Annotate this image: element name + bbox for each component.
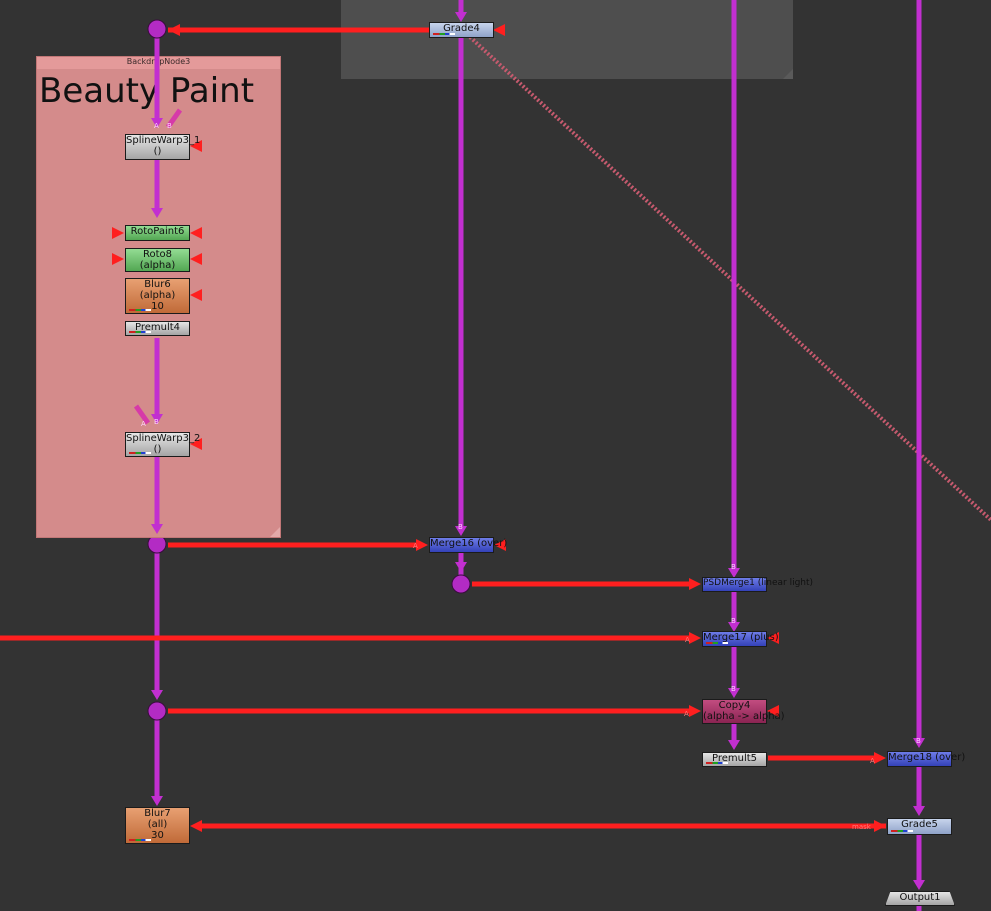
arrowhead (913, 738, 925, 748)
backdrop-resize-handle[interactable] (270, 527, 280, 537)
node-label: RotoPaint6 (130, 226, 185, 237)
node-splinewarp3-1[interactable]: SplineWarp3_1 () (125, 134, 201, 160)
node-premult4[interactable]: Premult4 (125, 321, 190, 336)
dot-node (451, 574, 471, 594)
arrowhead (913, 806, 925, 816)
node-label: Merge18 (over) (888, 752, 966, 763)
backdrop-label: BackdropNode3 (126, 57, 191, 66)
channel-indicator (129, 839, 151, 841)
arrowhead (728, 740, 740, 750)
node-psdmerge1[interactable]: PSDMerge1 (linear light) (702, 577, 814, 592)
dot-node (147, 701, 167, 721)
node-blur6[interactable]: Blur6 (alpha) 10 (125, 278, 190, 314)
node-roto8[interactable]: Roto8 (alpha) (125, 248, 190, 272)
arrowhead (190, 820, 202, 832)
node-grade4[interactable]: Grade4 (429, 22, 494, 38)
node-output1[interactable]: Output1 (885, 891, 955, 906)
arrowhead (689, 705, 701, 717)
node-label: PSDMerge1 (linear light) (703, 578, 814, 588)
node-premult5[interactable]: Premult5 (702, 752, 767, 767)
channel-indicator (129, 309, 151, 311)
arrowhead (689, 632, 701, 644)
arrowhead (416, 539, 428, 551)
arrowhead (151, 690, 163, 700)
node-grade5[interactable]: Grade5 (887, 818, 952, 835)
backdrop-title: Beauty Paint (39, 71, 255, 111)
channel-indicator (129, 331, 151, 333)
arrowhead (913, 880, 925, 890)
node-label: Blur7 (144, 808, 171, 819)
node-sublabel: (alpha) (139, 260, 176, 271)
node-blur7[interactable]: Blur7 (all) 30 (125, 807, 190, 844)
arrowhead (168, 24, 180, 36)
arrowhead (455, 562, 467, 572)
node-label: Copy4 (718, 700, 751, 711)
node-copy4[interactable]: Copy4 (alpha -> alpha) (702, 699, 785, 724)
backdrop-gray[interactable] (341, 0, 793, 79)
node-label: SplineWarp3_1 (126, 135, 201, 146)
channel-indicator (706, 642, 728, 644)
node-sublabel: () (153, 146, 162, 157)
expression-link (468, 35, 991, 522)
dot-node (147, 19, 167, 39)
node-sublabel: (all) (147, 819, 168, 830)
node-sublabel: (alpha) (139, 290, 176, 301)
node-merge17[interactable]: Merge17 (plus) (702, 631, 779, 647)
arrowhead (689, 578, 701, 590)
arrowhead (728, 688, 740, 698)
node-label: Roto8 (142, 249, 173, 260)
arrowhead (455, 526, 467, 536)
channel-indicator (433, 33, 455, 35)
channel-indicator (129, 452, 151, 454)
node-sublabel: (alpha -> alpha) (703, 711, 785, 722)
node-label: Output1 (899, 892, 941, 903)
node-label: Merge16 (over) (430, 538, 508, 549)
channel-indicator (706, 762, 728, 764)
node-label: Blur6 (144, 279, 171, 290)
node-merge16[interactable]: Merge16 (over) (429, 537, 508, 553)
node-splinewarp3-2[interactable]: SplineWarp3_2 () (125, 432, 201, 457)
node-rotopaint6[interactable]: RotoPaint6 (125, 225, 190, 241)
channel-indicator (891, 830, 913, 832)
arrowhead (874, 752, 886, 764)
arrowhead (874, 820, 886, 832)
arrowhead (151, 796, 163, 806)
node-merge18[interactable]: Merge18 (over) (887, 751, 966, 767)
node-label: Grade5 (901, 819, 938, 830)
node-label: SplineWarp3_2 (126, 433, 201, 444)
